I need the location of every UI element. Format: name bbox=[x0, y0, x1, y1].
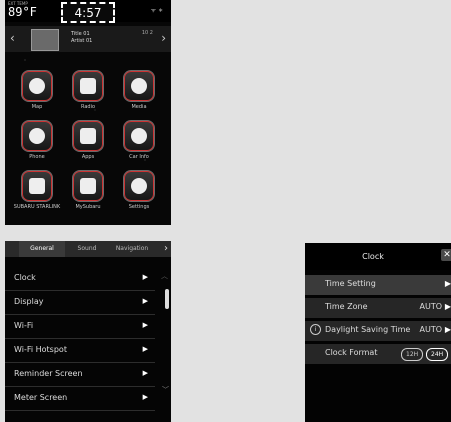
arrow-right-icon: ▶ bbox=[142, 273, 148, 281]
daylight-saving-row[interactable]: i Daylight Saving Time AUTO ▶ bbox=[305, 321, 451, 341]
tile-label: Media bbox=[131, 104, 147, 110]
tile-label: SUBARU STARLINK bbox=[13, 204, 61, 210]
list-item-label: Wi-Fi Hotspot bbox=[14, 345, 67, 354]
arrow-right-icon: ▶ bbox=[444, 279, 451, 288]
tabs-next-icon[interactable]: › bbox=[164, 243, 168, 254]
tile-media[interactable]: Media bbox=[113, 68, 165, 120]
track-artist: Artist 01 bbox=[71, 38, 93, 44]
track-number: 10 2 bbox=[141, 30, 153, 36]
list-item-clock[interactable]: Clock ▶ bbox=[5, 267, 155, 291]
clock-display[interactable]: 4:57 bbox=[61, 2, 115, 23]
list-item-label: Meter Screen bbox=[14, 393, 68, 402]
outside-temperature: 89°F bbox=[8, 5, 37, 19]
tile-label: Apps bbox=[81, 154, 95, 160]
status-bar: EXT TEMP 89°F 4:57 ᯤ ∗ bbox=[5, 0, 171, 23]
scrollbar-thumb[interactable] bbox=[165, 289, 169, 309]
tile-radio[interactable]: Radio bbox=[62, 68, 114, 120]
list-item-meter-screen[interactable]: Meter Screen ▶ bbox=[5, 387, 155, 411]
arrow-right-icon: ▶ bbox=[142, 345, 148, 353]
now-playing-bar[interactable]: ‹ Title 01 Artist 01 10 2 › bbox=[5, 26, 171, 52]
scroll-down-icon[interactable]: ﹀ bbox=[162, 385, 169, 395]
tile-settings[interactable]: Settings bbox=[113, 168, 165, 220]
scroll-up-icon[interactable]: ︿ bbox=[161, 271, 168, 281]
tile-label: Phone bbox=[29, 154, 45, 160]
list-item-wifi[interactable]: Wi-Fi ▶ bbox=[5, 315, 155, 339]
clock-format-row: Clock Format 12H 24H bbox=[305, 344, 451, 364]
radio-icon bbox=[72, 70, 104, 102]
settings-tabs: General Sound Navigation › bbox=[5, 241, 171, 257]
tile-label: Car Info bbox=[129, 154, 149, 160]
format-12h-toggle[interactable]: 12H bbox=[401, 348, 424, 361]
tile-map[interactable]: Map bbox=[11, 68, 63, 120]
tile-label: Settings bbox=[128, 204, 150, 210]
list-item-label: Display bbox=[14, 297, 44, 306]
media-icon bbox=[123, 70, 155, 102]
arrow-right-icon: ▶ bbox=[142, 297, 148, 305]
arrow-right-icon: ▶ bbox=[444, 325, 451, 334]
settings-list: Clock ▶ Display ▶ Wi-Fi ▶ Wi-Fi Hotspot … bbox=[5, 267, 155, 411]
previous-arrow-icon[interactable]: ‹ bbox=[10, 31, 15, 45]
album-art bbox=[31, 29, 59, 51]
clock-header: Clock ✕ bbox=[305, 243, 451, 270]
home-screen: EXT TEMP 89°F 4:57 ᯤ ∗ ‹ Title 01 Artist… bbox=[5, 0, 171, 225]
settings-icon bbox=[123, 170, 155, 202]
list-item-label: Reminder Screen bbox=[14, 369, 83, 378]
arrow-right-icon: ▶ bbox=[142, 321, 148, 329]
phone-icon bbox=[21, 120, 53, 152]
track-title: Title 01 bbox=[71, 31, 90, 37]
info-icon[interactable]: i bbox=[310, 324, 321, 335]
car-info-icon bbox=[123, 120, 155, 152]
time-zone-row[interactable]: Time Zone AUTO ▶ bbox=[305, 298, 451, 318]
tab-general[interactable]: General bbox=[19, 241, 65, 257]
list-item-label: Wi-Fi bbox=[14, 321, 34, 330]
tile-label: Map bbox=[31, 104, 43, 110]
row-label: Clock Format bbox=[325, 348, 378, 357]
next-arrow-icon[interactable]: › bbox=[161, 31, 166, 45]
page-indicator bbox=[81, 216, 95, 220]
clock-time: 4:57 bbox=[74, 6, 102, 20]
row-label: Time Zone bbox=[325, 302, 368, 311]
time-setting-row[interactable]: Time Setting ▶ bbox=[305, 275, 451, 295]
arrow-right-icon: ▶ bbox=[142, 393, 148, 401]
row-label: Daylight Saving Time bbox=[325, 325, 411, 334]
list-item-wifi-hotspot[interactable]: Wi-Fi Hotspot ▶ bbox=[5, 339, 155, 363]
tile-phone[interactable]: Phone bbox=[11, 118, 63, 170]
apps-icon bbox=[72, 120, 104, 152]
row-value: AUTO bbox=[419, 302, 442, 311]
mysubaru-icon bbox=[72, 170, 104, 202]
tab-sound[interactable]: Sound bbox=[67, 241, 107, 257]
arrow-right-icon: ▶ bbox=[142, 369, 148, 377]
clock-options: Time Setting ▶ Time Zone AUTO ▶ i Daylig… bbox=[305, 275, 451, 367]
settings-panel: General Sound Navigation › Clock ▶ Displ… bbox=[5, 241, 171, 422]
tile-label: Radio bbox=[80, 104, 96, 110]
row-label: Time Setting bbox=[325, 279, 376, 288]
map-icon bbox=[21, 70, 53, 102]
arrow-right-icon: ▶ bbox=[444, 302, 451, 311]
tile-apps[interactable]: Apps bbox=[62, 118, 114, 170]
format-24h-toggle[interactable]: 24H bbox=[426, 348, 449, 361]
list-item-reminder-screen[interactable]: Reminder Screen ▶ bbox=[5, 363, 155, 387]
signal-icon: ᯤ ∗ bbox=[150, 7, 163, 14]
row-value: AUTO bbox=[419, 325, 442, 334]
starlink-icon bbox=[21, 170, 53, 202]
page-title: Clock bbox=[362, 252, 384, 261]
tile-car-info[interactable]: Car Info bbox=[113, 118, 165, 170]
clock-settings-panel: Clock ✕ Time Setting ▶ Time Zone AUTO ▶ … bbox=[305, 243, 451, 422]
list-item-label: Clock bbox=[14, 273, 36, 282]
tile-label: MySubaru bbox=[75, 204, 101, 210]
tile-starlink[interactable]: SUBARU STARLINK bbox=[11, 168, 63, 220]
list-item-display[interactable]: Display ▶ bbox=[5, 291, 155, 315]
tab-navigation[interactable]: Navigation bbox=[109, 241, 155, 257]
close-icon[interactable]: ✕ bbox=[441, 249, 451, 261]
tile-mysubaru[interactable]: MySubaru bbox=[62, 168, 114, 220]
